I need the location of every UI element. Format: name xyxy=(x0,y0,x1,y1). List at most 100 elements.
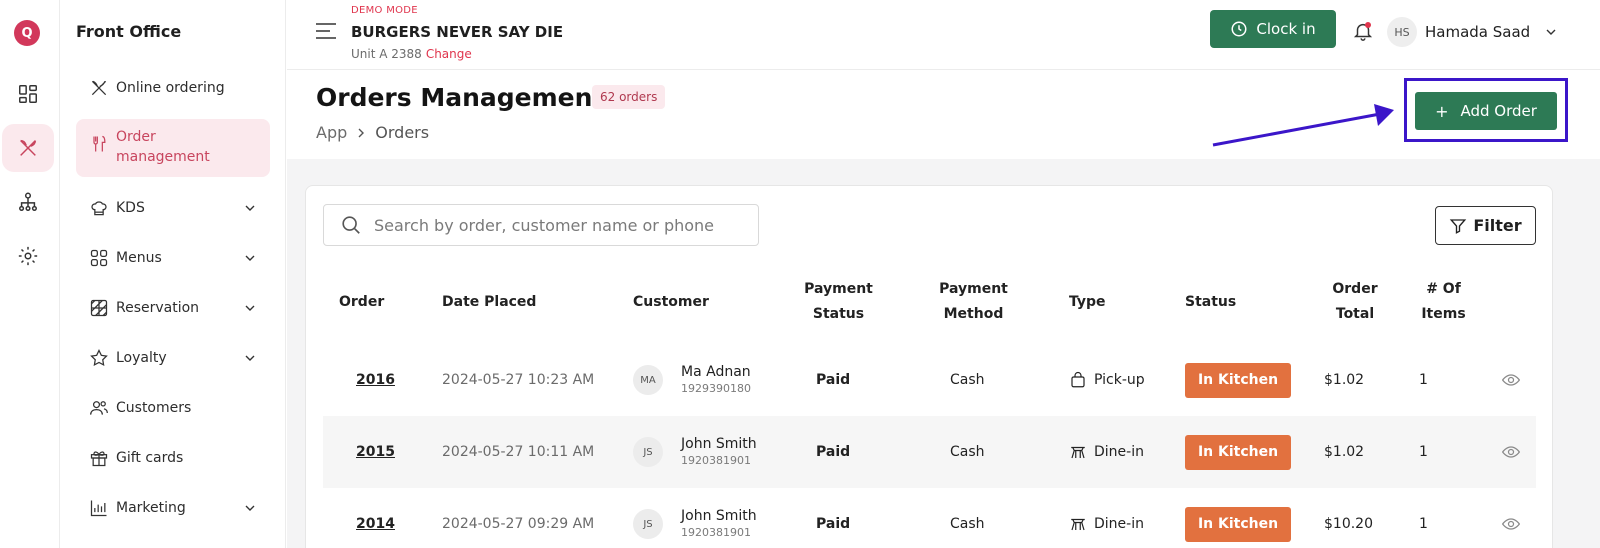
payment-status: Paid xyxy=(816,444,851,460)
gift-icon xyxy=(88,447,110,469)
date-placed: 2024-05-27 10:11 AM xyxy=(442,444,595,460)
utensils-icon xyxy=(20,139,37,156)
filter-button[interactable]: Filter xyxy=(1435,206,1536,245)
order-number-link[interactable]: 2014 xyxy=(356,488,395,548)
sidebar-item-label: Loyalty xyxy=(116,350,167,366)
table-row[interactable]: 2015 2024-05-27 10:11 AM JS John Smith 1… xyxy=(323,416,1536,488)
header-customer[interactable]: Customer xyxy=(633,290,709,315)
page-title: Orders Management xyxy=(316,83,605,112)
sidebar-item-reservation[interactable]: Reservation xyxy=(76,296,270,320)
calendar-grid-icon xyxy=(88,297,110,319)
payment-method: Cash xyxy=(950,516,985,532)
sidebar-item-label: Customers xyxy=(116,400,192,416)
header-payment-method[interactable]: Payment Method xyxy=(926,277,1021,327)
table-row[interactable]: 2016 2024-05-27 10:23 AM MA Ma Adnan 192… xyxy=(323,344,1536,416)
settings-gear-icon xyxy=(18,246,38,266)
search-box[interactable] xyxy=(323,204,759,246)
sidebar-item-customers[interactable]: Customers xyxy=(76,396,270,420)
search-input[interactable] xyxy=(374,215,754,235)
star-icon xyxy=(88,347,110,369)
settings-rail-button[interactable] xyxy=(2,232,54,280)
top-bar: DEMO MODE BURGERS NEVER SAY DIE Unit A 2… xyxy=(287,0,1600,70)
customer-cell: MA Ma Adnan 1929390180 xyxy=(633,344,751,416)
dashboard-rail-button[interactable] xyxy=(2,70,54,118)
view-order-button[interactable] xyxy=(1501,344,1521,416)
change-unit-link[interactable]: Change xyxy=(426,47,472,61)
grid-icon xyxy=(88,247,110,269)
sidebar-item-label: Menus xyxy=(116,250,162,266)
header-order[interactable]: Order xyxy=(339,290,384,315)
user-name[interactable]: Hamada Saad xyxy=(1425,23,1530,41)
restaurant-name: BURGERS NEVER SAY DIE xyxy=(351,23,564,41)
sidebar-item-gift-cards[interactable]: Gift cards xyxy=(76,446,270,470)
date-placed: 2024-05-27 09:29 AM xyxy=(442,516,595,532)
chevron-down-icon xyxy=(245,205,255,211)
filter-label: Filter xyxy=(1473,216,1522,235)
sidebar-item-label: Order management xyxy=(116,129,210,165)
clock-in-button[interactable]: Clock in xyxy=(1210,10,1336,48)
clock-in-label: Clock in xyxy=(1256,20,1316,38)
customer-name: Ma Adnan xyxy=(681,364,751,380)
front-office-rail-button[interactable] xyxy=(2,124,54,172)
header-order-total[interactable]: Order Total xyxy=(1321,277,1389,327)
customer-cell: JS John Smith 1920381901 xyxy=(633,488,757,548)
customer-phone: 1920381901 xyxy=(681,454,751,467)
sidebar-item-loyalty[interactable]: Loyalty xyxy=(76,346,270,370)
customer-phone: 1920381901 xyxy=(681,526,751,539)
customer-avatar: MA xyxy=(633,365,663,395)
sidebar-item-order-management[interactable]: Order management xyxy=(76,119,270,177)
view-order-button[interactable] xyxy=(1501,488,1521,548)
header-line: Method xyxy=(943,306,1004,322)
sidebar-item-marketing[interactable]: Marketing xyxy=(76,496,270,520)
bag-icon xyxy=(1071,371,1085,388)
customer-avatar: JS xyxy=(633,437,663,467)
order-type-label: Pick-up xyxy=(1094,372,1145,388)
date-placed: 2024-05-27 10:23 AM xyxy=(442,372,595,388)
icon-rail: Q xyxy=(0,0,60,548)
order-number-link[interactable]: 2015 xyxy=(356,416,395,488)
search-icon xyxy=(342,216,360,234)
sidebar-item-label: KDS xyxy=(116,200,145,216)
view-order-button[interactable] xyxy=(1501,416,1521,488)
header-line: Order xyxy=(1332,281,1378,297)
fork-knife-icon xyxy=(88,133,110,155)
sidebar-item-kds[interactable]: KDS xyxy=(76,196,270,220)
header-items[interactable]: # Of Items xyxy=(1411,277,1476,327)
demo-mode-label: DEMO MODE xyxy=(351,5,418,16)
breadcrumb-app[interactable]: App xyxy=(316,123,347,142)
customer-name: John Smith xyxy=(681,508,757,524)
clock-icon xyxy=(1231,21,1247,37)
notification-dot xyxy=(1365,22,1371,28)
hamburger-menu-icon[interactable] xyxy=(315,22,337,40)
table-icon xyxy=(1071,518,1085,531)
unit-label: Unit A 2388 xyxy=(351,47,422,61)
sidebar-item-online-ordering[interactable]: Online ordering xyxy=(76,76,270,100)
header-line: Payment xyxy=(939,281,1008,297)
header-status[interactable]: Status xyxy=(1185,290,1236,315)
chevron-down-icon[interactable] xyxy=(1545,26,1557,38)
breadcrumb-orders: Orders xyxy=(375,123,430,142)
user-avatar[interactable]: HS xyxy=(1387,17,1417,47)
sidebar-title: Front Office xyxy=(76,22,182,41)
orders-count-badge: 62 orders xyxy=(592,85,666,109)
table-row[interactable]: 2014 2024-05-27 09:29 AM JS John Smith 1… xyxy=(323,488,1536,548)
customer-info: John Smith 1920381901 xyxy=(681,507,757,541)
items-count: 1 xyxy=(1419,444,1428,460)
eye-icon xyxy=(1501,518,1521,530)
payment-method: Cash xyxy=(950,372,985,388)
customer-info: John Smith 1920381901 xyxy=(681,435,757,469)
sidebar-item-label: Online ordering xyxy=(116,80,225,96)
header-payment-status[interactable]: Payment Status xyxy=(791,277,886,327)
order-number-link[interactable]: 2016 xyxy=(356,344,395,416)
annotation-highlight-box xyxy=(1404,78,1568,142)
sidebar: Front Office Online ordering Order manag… xyxy=(60,0,286,548)
header-date-placed[interactable]: Date Placed xyxy=(442,290,536,315)
app-logo[interactable]: Q xyxy=(14,20,40,46)
order-total: $1.02 xyxy=(1324,444,1365,460)
eye-icon xyxy=(1501,446,1521,458)
header-line: Items xyxy=(1421,306,1466,322)
org-rail-button[interactable] xyxy=(2,178,54,226)
annotation-arrow-icon xyxy=(1212,104,1394,147)
header-type[interactable]: Type xyxy=(1069,290,1106,315)
sidebar-item-menus[interactable]: Menus xyxy=(76,246,270,270)
